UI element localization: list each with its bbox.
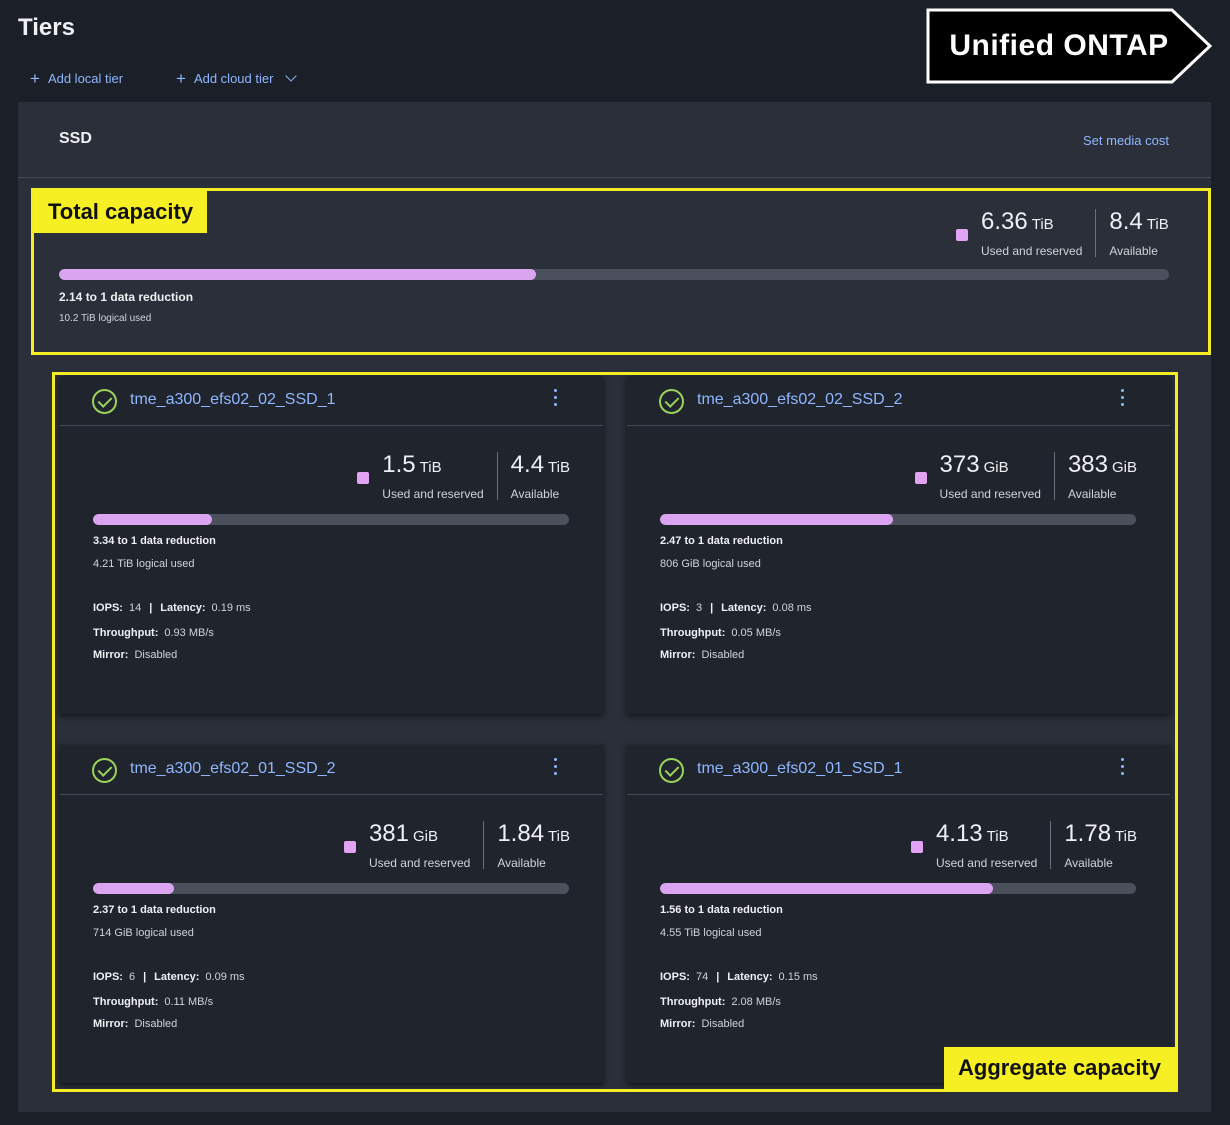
- total-reduction: 2.14 to 1 data reduction: [59, 290, 194, 304]
- total-capacity-annotation: Total capacity: [34, 191, 208, 233]
- total-used-label: Used and reserved: [981, 244, 1083, 258]
- set-media-cost-link[interactable]: Set media cost: [1083, 133, 1169, 148]
- chevron-down-icon: [285, 70, 298, 82]
- panel-title: SSD: [59, 130, 92, 147]
- aggregate-capacity-section: Aggregate capacity: [52, 372, 1178, 1092]
- add-local-tier-label: Add local tier: [47, 71, 124, 86]
- total-logical-used: 10.2 TiB logical used: [59, 313, 152, 324]
- panel-header: SSD Set media cost: [18, 102, 1211, 178]
- add-local-tier-button[interactable]: + Add local tier: [30, 70, 123, 87]
- add-cloud-tier-button[interactable]: + Add cloud tier: [176, 69, 298, 88]
- unified-ontap-banner: Unified ONTAP: [926, 8, 1214, 84]
- total-capacity-section: Total capacity 6.36 TiB Used and reserved…: [31, 188, 1211, 355]
- total-available-unit: TiB: [1146, 216, 1169, 233]
- total-capacity-bar: [59, 269, 1169, 280]
- used-swatch: [956, 229, 968, 241]
- legend-divider: [1095, 209, 1097, 257]
- total-legend: 6.36 TiB Used and reserved 8.4 TiB Availab…: [956, 209, 1169, 258]
- total-used-value: 6.36: [981, 208, 1028, 235]
- add-cloud-tier-label: Add cloud tier: [193, 71, 274, 86]
- plus-icon: +: [176, 69, 186, 88]
- total-capacity-fill: [59, 269, 537, 280]
- total-available-value: 8.4: [1109, 208, 1143, 235]
- total-available-label: Available: [1109, 244, 1158, 258]
- aggregate-capacity-annotation: Aggregate capacity: [944, 1047, 1175, 1089]
- banner-text: Unified ONTAP: [949, 29, 1169, 62]
- total-used-unit: TiB: [1031, 216, 1054, 233]
- page-title: Tiers: [18, 14, 75, 41]
- plus-icon: +: [30, 69, 40, 88]
